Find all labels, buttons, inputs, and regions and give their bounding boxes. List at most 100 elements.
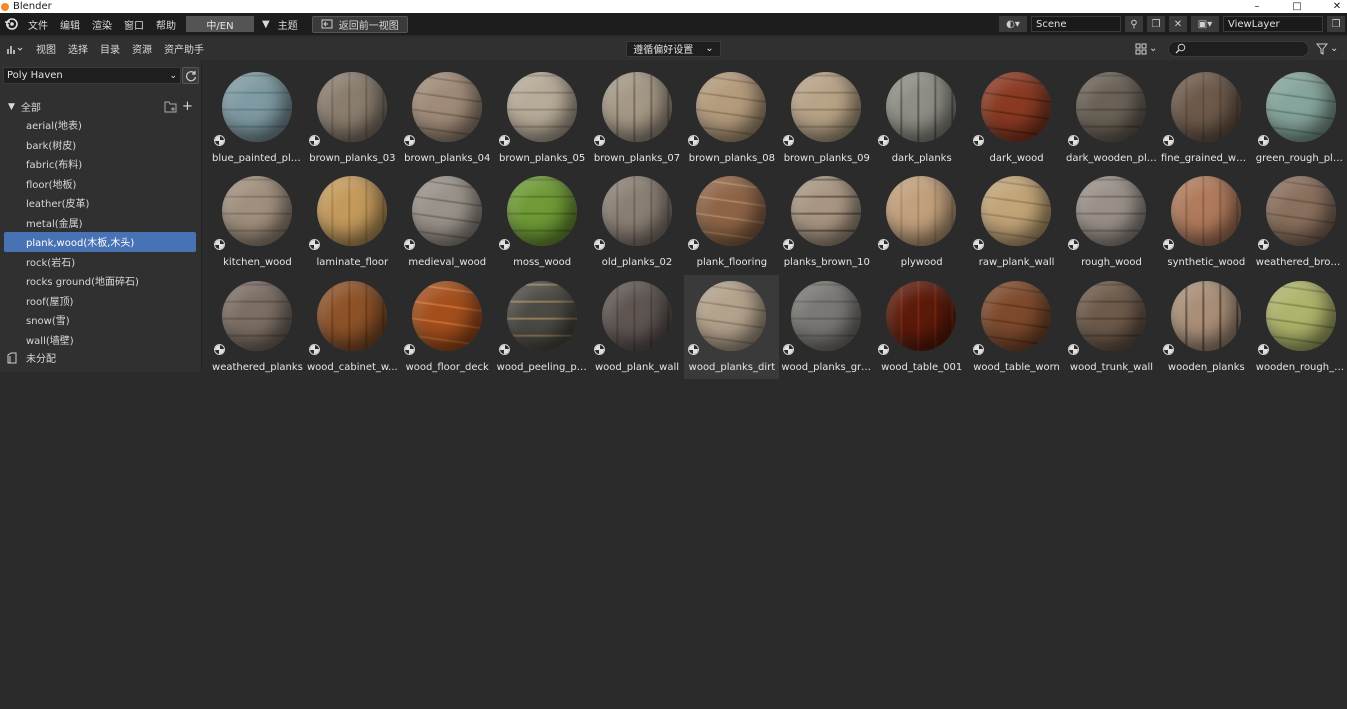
asset-tile[interactable]: green_rough_pla... (1254, 66, 1347, 170)
catalog-item[interactable]: floor(地板) (4, 174, 196, 194)
material-preview-sphere (791, 280, 862, 351)
asset-library-dropdown[interactable]: Poly Haven ⌄ (3, 67, 181, 84)
blender-logo-icon[interactable] (0, 13, 22, 35)
asset-tile[interactable]: brown_planks_08 (684, 66, 779, 170)
material-type-icon (1257, 135, 1269, 146)
asset-tile[interactable]: brown_planks_04 (400, 66, 495, 170)
unassigned-catalog-item[interactable]: 未分配 (6, 350, 56, 365)
asset-search-input[interactable] (1168, 40, 1309, 57)
asset-tile[interactable]: dark_wooden_pla... (1064, 66, 1159, 170)
asset-tile[interactable]: wood_trunk_wall (1064, 275, 1159, 379)
asset-tile[interactable]: old_planks_02 (590, 170, 685, 274)
catalog-item[interactable]: metal(金属) (4, 213, 196, 233)
asset-tile[interactable]: wood_cabinet_w... (305, 275, 400, 379)
editor-type-icon[interactable] (0, 43, 30, 55)
theme-dropdown[interactable]: ▼ 主题 (254, 17, 304, 32)
grid-view-icon (1135, 43, 1147, 54)
asset-tile[interactable]: laminate_floor (305, 170, 400, 274)
asset-tile[interactable]: wood_peeling_pai... (495, 275, 590, 379)
chevron-down-icon: ⌄ (705, 43, 714, 54)
asset-tile[interactable]: wood_table_001 (874, 275, 969, 379)
material-preview-sphere (411, 280, 482, 351)
material-preview-sphere (886, 280, 957, 351)
menu-render[interactable]: 渲染 (86, 17, 118, 32)
asset-tile[interactable]: wood_planks_dirt (684, 274, 780, 379)
menu-select[interactable]: 选择 (62, 41, 94, 56)
view-layer-selector-icon[interactable]: ▣▾ (1191, 16, 1219, 32)
menu-help[interactable]: 帮助 (150, 17, 182, 32)
asset-tile[interactable]: weathered_brow... (1254, 170, 1347, 274)
language-toggle-button[interactable]: 中/EN (186, 16, 254, 32)
minimize-icon[interactable]: – (1247, 1, 1267, 12)
menu-file[interactable]: 文件 (22, 17, 54, 32)
filter-button[interactable]: ⌄ (1316, 43, 1338, 55)
material-type-icon (1068, 239, 1080, 251)
search-icon (1175, 43, 1186, 54)
back-to-previous-button[interactable]: 返回前一视图 (311, 15, 408, 33)
menu-assets[interactable]: 资源 (126, 41, 158, 56)
menu-edit[interactable]: 编辑 (54, 17, 86, 32)
asset-tile[interactable]: wood_floor_deck (400, 275, 495, 379)
new-scene-icon[interactable]: ❐ (1147, 16, 1165, 32)
catalog-item[interactable]: fabric(布料) (4, 154, 196, 174)
asset-tile[interactable]: wood_table_worn (969, 275, 1064, 379)
asset-tile[interactable]: planks_brown_10 (779, 170, 874, 274)
catalog-item[interactable]: rocks ground(地面碎石) (4, 271, 196, 291)
catalog-item[interactable]: bark(树皮) (4, 135, 196, 155)
asset-tile[interactable]: synthetic_wood (1159, 170, 1254, 274)
asset-tile[interactable]: wood_planks_grey (779, 275, 874, 379)
asset-tile[interactable]: wooden_rough_pl... (1254, 275, 1347, 379)
new-view-layer-icon[interactable]: ❐ (1327, 16, 1345, 32)
pin-icon[interactable]: ⚲ (1125, 16, 1143, 32)
import-method-dropdown[interactable]: 遵循偏好设置 ⌄ (626, 40, 721, 57)
asset-tile[interactable]: plank_flooring (684, 170, 779, 274)
asset-tile[interactable]: raw_plank_wall (969, 170, 1064, 274)
asset-tile[interactable]: dark_planks (874, 66, 969, 170)
asset-tile[interactable]: rough_wood (1064, 170, 1159, 274)
menu-asset-helper[interactable]: 资产助手 (158, 41, 210, 56)
delete-scene-icon[interactable]: ✕ (1169, 16, 1187, 32)
material-type-icon (688, 343, 700, 355)
expand-triangle-icon[interactable]: ▼ (8, 102, 15, 112)
asset-tile[interactable]: brown_planks_03 (305, 66, 400, 170)
add-catalog-icon[interactable]: + (182, 99, 193, 114)
catalog-item[interactable]: snow(雪) (4, 310, 196, 330)
catalog-item[interactable]: rock(岩石) (4, 252, 196, 272)
close-icon[interactable]: ✕ (1327, 1, 1347, 12)
asset-tile[interactable]: medieval_wood (400, 170, 495, 274)
catalog-item[interactable]: roof(屋顶) (4, 291, 196, 311)
asset-tile[interactable]: moss_wood (495, 170, 590, 274)
asset-tile[interactable]: brown_planks_07 (590, 66, 685, 170)
scene-name-field[interactable]: Scene (1031, 16, 1121, 32)
asset-tile[interactable]: wooden_planks (1159, 275, 1254, 379)
asset-tile[interactable]: brown_planks_05 (495, 66, 590, 170)
asset-tile[interactable]: dark_wood (969, 66, 1064, 170)
asset-tile[interactable]: brown_planks_09 (779, 66, 874, 170)
maximize-icon[interactable]: □ (1287, 1, 1307, 12)
asset-name-label: moss_wood (513, 257, 572, 269)
refresh-library-button[interactable] (182, 67, 199, 84)
scene-selector-icon[interactable]: ◐▾ (999, 16, 1027, 32)
material-type-icon (498, 239, 510, 251)
catalog-item[interactable]: wall(墙壁) (4, 330, 196, 350)
view-layer-field[interactable]: ViewLayer (1223, 16, 1323, 32)
asset-name-label: medieval_wood (408, 257, 487, 269)
asset-tile[interactable]: weathered_planks (210, 275, 305, 379)
catalog-item[interactable]: aerial(地表) (4, 115, 196, 135)
asset-tile[interactable]: plywood (874, 170, 969, 274)
catalog-item[interactable]: leather(皮革) (4, 193, 196, 213)
material-type-icon (1162, 135, 1174, 146)
material-preview-sphere (506, 176, 577, 247)
catalog-item[interactable]: plank,wood(木板,木头) (4, 232, 196, 252)
asset-tile[interactable]: kitchen_wood (210, 170, 305, 274)
asset-tile[interactable]: fine_grained_wood (1159, 66, 1254, 170)
material-preview-sphere (886, 72, 957, 142)
asset-tile[interactable]: blue_painted_pla... (210, 66, 305, 170)
menu-view[interactable]: 视图 (30, 41, 62, 56)
asset-tile[interactable]: wood_plank_wall (590, 275, 685, 379)
menu-window[interactable]: 窗口 (118, 17, 150, 32)
menu-catalog[interactable]: 目录 (94, 41, 126, 56)
new-catalog-folder-icon[interactable] (164, 101, 178, 113)
catalog-root-item[interactable]: ▼ 全部 (8, 99, 41, 115)
display-mode-button[interactable]: ⌄ (1135, 43, 1157, 55)
